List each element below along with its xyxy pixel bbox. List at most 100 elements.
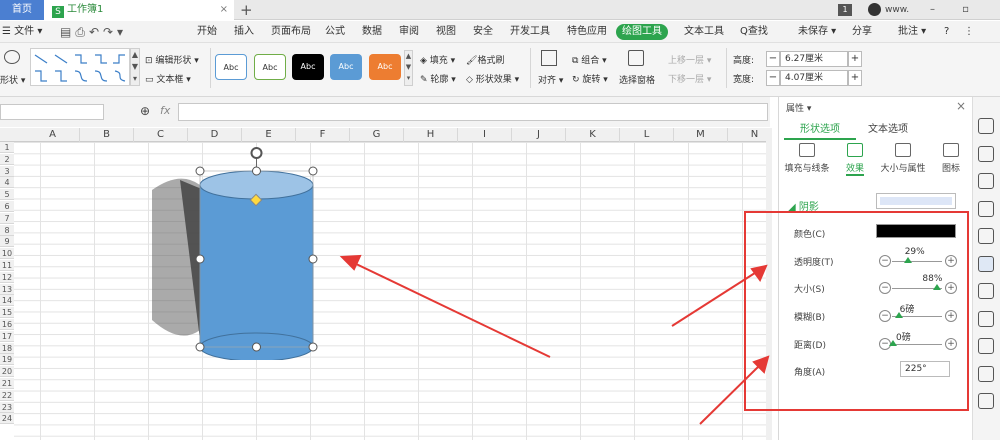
column-header[interactable]: H <box>404 128 458 142</box>
menu-page-layout[interactable]: 页面布局 <box>271 21 311 43</box>
row-header[interactable]: 19 <box>0 354 14 366</box>
row-header[interactable]: 22 <box>0 389 14 401</box>
menu-formula[interactable]: 公式 <box>325 21 345 43</box>
tab-icons[interactable]: 图标 <box>926 143 976 174</box>
row-header[interactable]: 1 <box>0 142 14 153</box>
menu-insert[interactable]: 插入 <box>234 21 254 43</box>
row-header[interactable]: 6 <box>0 201 14 212</box>
align-button[interactable]: 对齐 ▾ <box>538 73 563 86</box>
style-preset-black[interactable]: Abc <box>292 54 324 80</box>
row-header[interactable]: 2 <box>0 153 14 165</box>
row-header[interactable]: 13 <box>0 283 14 295</box>
row-header[interactable]: 8 <box>0 224 14 236</box>
share-button[interactable]: 分享 <box>852 21 872 43</box>
tab-workbook[interactable]: S 工作簿1 × <box>44 0 234 20</box>
outline-button[interactable]: ✎ 轮廓 ▾ <box>420 72 456 85</box>
rotate-button[interactable]: ↻ 旋转 ▾ <box>572 72 608 85</box>
height-input[interactable]: 6.27厘米 <box>780 51 848 67</box>
row-header[interactable]: 3 <box>0 165 14 177</box>
menu-start[interactable]: 开始 <box>197 21 217 43</box>
row-header[interactable]: 10 <box>0 248 14 260</box>
row-header[interactable]: 17 <box>0 330 14 342</box>
style-preset-green-outline[interactable]: Abc <box>254 54 286 80</box>
row-header[interactable]: 15 <box>0 307 14 319</box>
select-pane-icon[interactable] <box>628 50 644 66</box>
quick-access-icons[interactable]: ▤⎙↶↷▾ <box>60 21 127 43</box>
shape-button[interactable]: 形状 ▾ <box>0 73 25 86</box>
shield-icon[interactable] <box>978 393 994 409</box>
window-count-badge[interactable]: 1 <box>838 4 852 16</box>
row-header[interactable]: 23 <box>0 401 14 413</box>
panel-close-icon[interactable]: × <box>956 99 966 113</box>
group-button[interactable]: ⧉ 组合 ▾ <box>572 53 607 66</box>
width-input[interactable]: 4.07厘米 <box>780 70 848 86</box>
style-preset-blue-outline[interactable]: Abc <box>215 54 247 80</box>
new-tab-button[interactable]: + <box>240 0 253 20</box>
shape-canvas[interactable] <box>140 140 400 360</box>
menu-developer[interactable]: 开发工具 <box>510 21 550 43</box>
menu-data[interactable]: 数据 <box>362 21 382 43</box>
image-icon[interactable] <box>978 365 994 382</box>
export-icon[interactable] <box>978 310 994 327</box>
column-header[interactable]: A <box>26 128 80 142</box>
cursor-icon[interactable] <box>978 118 994 134</box>
row-header[interactable]: 20 <box>0 366 14 378</box>
shape-icon[interactable] <box>4 50 20 64</box>
tab-size-props[interactable]: 大小与属性 <box>878 143 928 174</box>
column-header[interactable]: L <box>620 128 674 142</box>
name-box[interactable] <box>0 104 104 120</box>
send-backward-button[interactable]: 下移一层 ▾ <box>668 72 711 85</box>
panel-title[interactable]: 属性 ▾ <box>786 101 811 114</box>
help-icon[interactable]: ? <box>944 21 949 43</box>
avatar[interactable] <box>868 3 881 16</box>
menu-security[interactable]: 安全 <box>473 21 493 43</box>
style-preset-blue[interactable]: Abc <box>330 54 362 80</box>
tab-home[interactable]: 首页 <box>0 0 44 20</box>
grid-icon[interactable] <box>978 200 994 217</box>
format-brush-button[interactable]: 🖌格式刷 <box>466 53 504 66</box>
share-icon[interactable] <box>978 338 994 354</box>
annotate-button[interactable]: 批注 ▾ <box>898 21 926 43</box>
chart-icon[interactable] <box>978 228 994 244</box>
shapes-icon[interactable] <box>978 145 994 162</box>
unsaved-status[interactable]: 未保存 ▾ <box>798 21 836 43</box>
column-header[interactable]: N <box>728 128 782 142</box>
shape-effect-button[interactable]: ◇ 形状效果 ▾ <box>466 72 519 85</box>
menu-drawing-tools[interactable]: 绘图工具 <box>616 24 668 40</box>
height-increase-button[interactable]: + <box>848 51 862 67</box>
menu-text-tools[interactable]: 文本工具 <box>684 21 724 43</box>
formula-input[interactable] <box>178 103 768 121</box>
row-header[interactable]: 5 <box>0 189 14 201</box>
tab-text-options[interactable]: 文本选项 <box>856 120 920 140</box>
row-header[interactable]: 11 <box>0 260 14 271</box>
menu-review[interactable]: 审阅 <box>399 21 419 43</box>
menu-features[interactable]: 特色应用 <box>567 21 607 43</box>
zoom-icon[interactable]: ⊕ <box>140 104 150 118</box>
row-header[interactable]: 16 <box>0 319 14 330</box>
tab-fill-line[interactable]: 填充与线条 <box>782 143 832 174</box>
menu-file[interactable]: ☰ 文件 ▾ <box>2 21 42 43</box>
column-header[interactable]: M <box>674 128 728 142</box>
fill-button[interactable]: ◈ 填充 ▾ <box>420 53 455 66</box>
style-preset-orange[interactable]: Abc <box>369 54 401 80</box>
select-pane-button[interactable]: 选择窗格 <box>619 73 655 86</box>
search-button[interactable]: Q查找 <box>740 21 768 43</box>
close-tab-icon[interactable]: × <box>220 0 228 20</box>
more-icon[interactable]: ⋮ <box>964 21 974 43</box>
rotate-handle[interactable] <box>250 147 263 159</box>
shapes-gallery[interactable] <box>30 48 130 86</box>
column-header[interactable]: I <box>458 128 512 142</box>
shadow-preset-dropdown[interactable] <box>876 193 956 209</box>
row-header[interactable]: 14 <box>0 295 14 307</box>
width-increase-button[interactable]: + <box>848 70 862 86</box>
column-header[interactable]: B <box>80 128 134 142</box>
copy-icon[interactable] <box>978 283 994 299</box>
style-gallery-scroll[interactable]: ▲ ▼ ▾ <box>404 50 413 86</box>
column-header[interactable]: J <box>512 128 566 142</box>
row-header[interactable]: 24 <box>0 413 14 425</box>
column-header[interactable]: K <box>566 128 620 142</box>
properties-icon[interactable] <box>978 255 994 272</box>
text-box-button[interactable]: ▭ 文本框 ▾ <box>145 72 191 85</box>
row-header[interactable]: 21 <box>0 378 14 389</box>
user-name[interactable]: www. <box>885 0 909 20</box>
